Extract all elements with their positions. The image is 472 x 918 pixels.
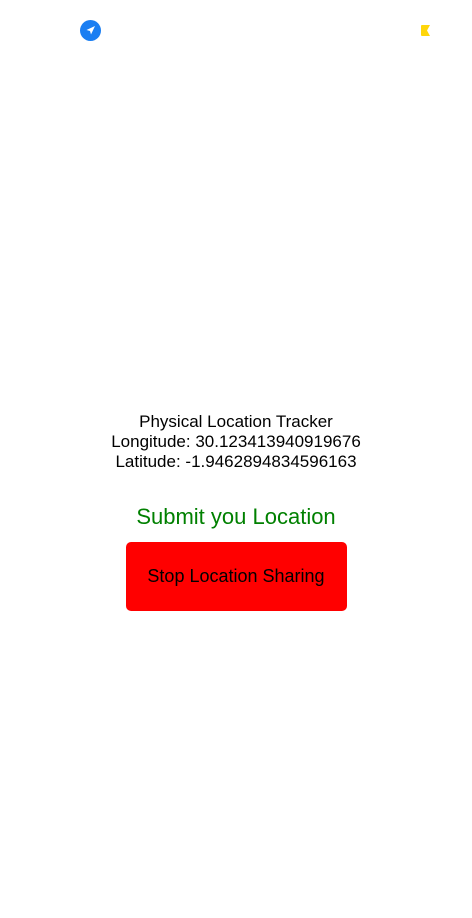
battery-icon <box>421 25 430 36</box>
latitude-text: Latitude: -1.9462894834596163 <box>115 452 357 471</box>
stop-location-sharing-button[interactable]: Stop Location Sharing <box>125 542 347 611</box>
status-bar <box>0 0 472 60</box>
longitude-text: Longitude: 30.123413940919676 <box>111 432 361 451</box>
location-arrow-icon <box>80 20 101 41</box>
tracker-title: Physical Location Tracker <box>139 412 333 431</box>
submit-location-link[interactable]: Submit you Location <box>0 504 472 530</box>
main-content: Physical Location Tracker Longitude: 30.… <box>0 412 472 611</box>
